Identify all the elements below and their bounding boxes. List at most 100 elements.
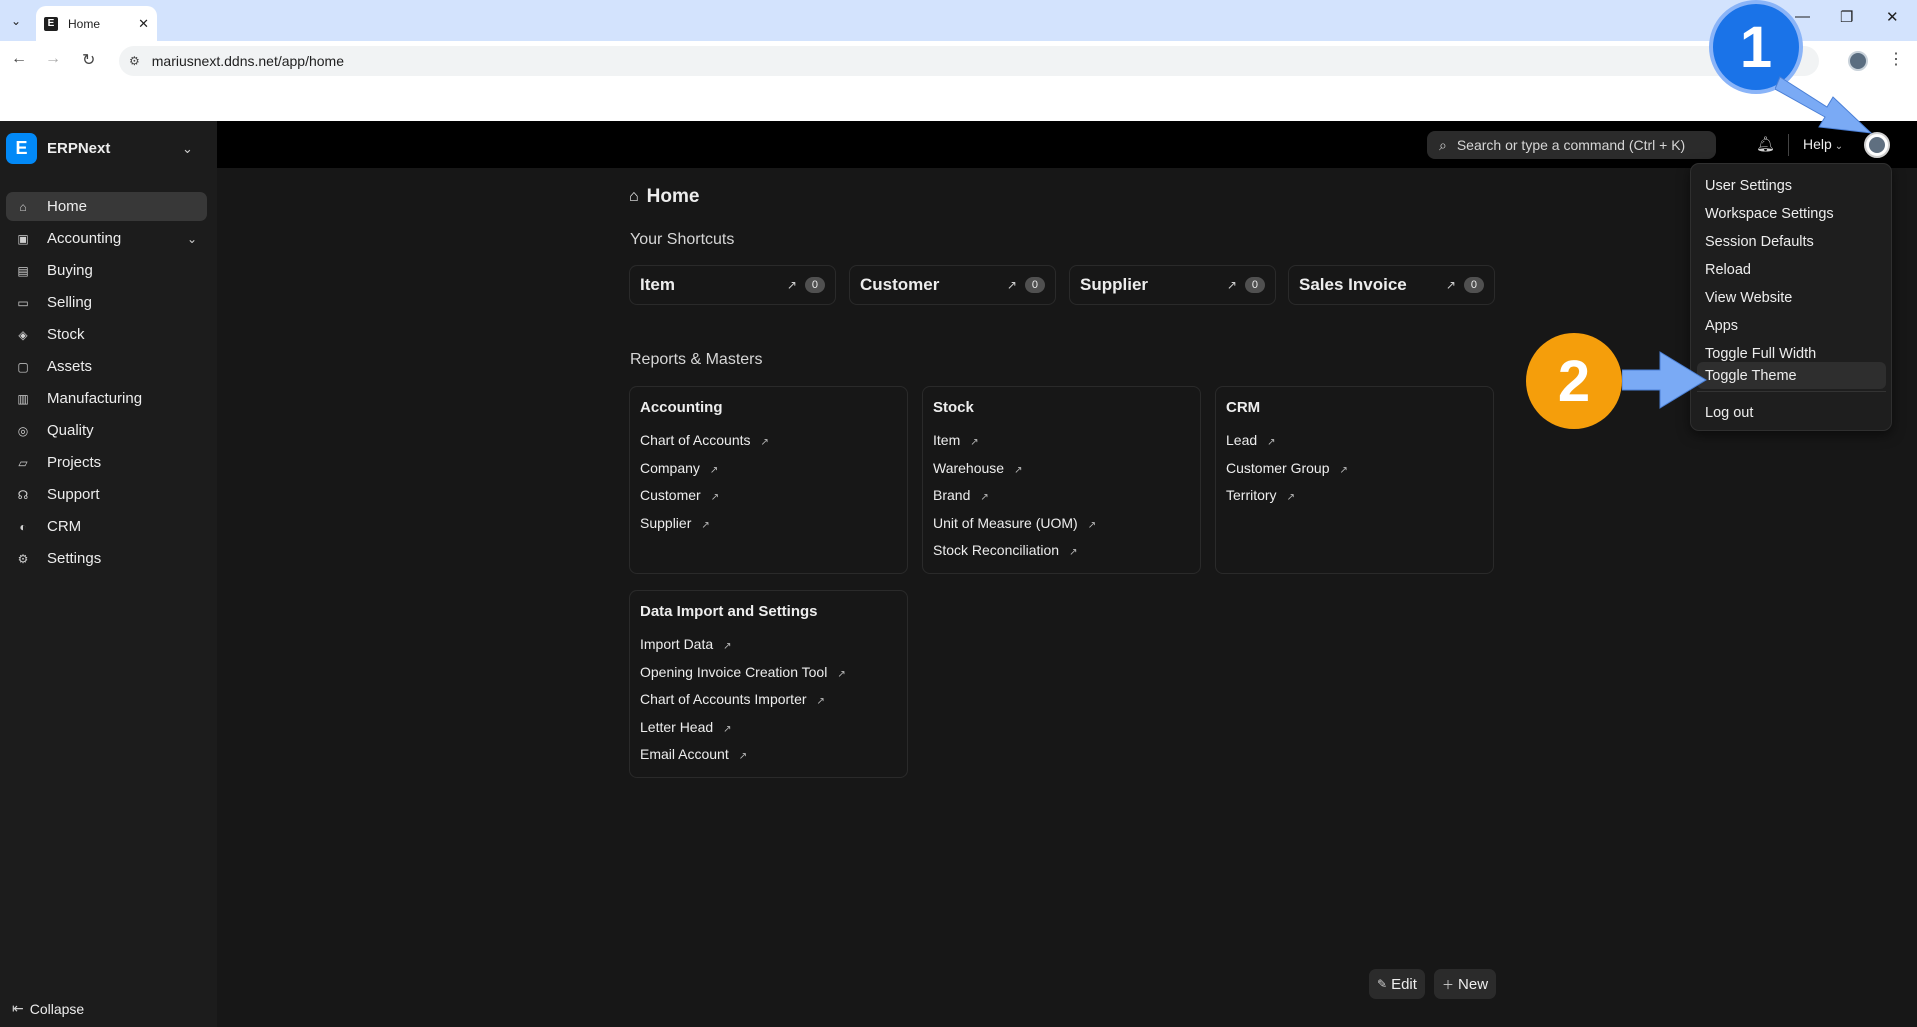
sidebar-item-selling[interactable]: ▭ Selling: [6, 288, 207, 317]
settings-icon: ⚙: [17, 551, 29, 566]
shortcut-item[interactable]: Item ↗ 0: [629, 265, 836, 305]
quality-icon: ◎: [17, 423, 29, 438]
card-title: Data Import and Settings: [640, 603, 818, 620]
card-link[interactable]: Customer ↗: [640, 487, 719, 503]
window-close-icon[interactable]: ✕: [1886, 8, 1899, 26]
link-label: Territory: [1226, 487, 1277, 503]
collapse-label: Collapse: [29, 1000, 85, 1017]
new-button[interactable]: ＋ New: [1434, 969, 1497, 999]
shortcut-count-badge: 0: [1463, 277, 1484, 293]
address-bar[interactable]: ⚙ mariusnext.ddns.net/app/home: [119, 46, 1819, 76]
selling-icon: ▭: [17, 295, 29, 310]
browser-tab-bar: ⌄ E Home ✕ — ❐ ✕: [0, 0, 1917, 41]
new-label: New: [1458, 975, 1489, 993]
shortcut-supplier[interactable]: Supplier ↗ 0: [1069, 265, 1276, 305]
workspace-switcher[interactable]: E ERPNext: [6, 133, 110, 164]
brand-name: ERPNext: [47, 140, 111, 157]
browser-menu-icon[interactable]: ⋮: [1888, 49, 1904, 69]
chevron-down-icon[interactable]: ⌄: [187, 232, 197, 246]
notification-bell-icon[interactable]: 🔔︎: [1756, 135, 1775, 153]
sidebar-item-stock[interactable]: ◈ Stock: [6, 320, 207, 349]
card-link[interactable]: Letter Head ↗: [640, 719, 732, 735]
home-icon: ⌂: [629, 188, 639, 205]
card-link[interactable]: Warehouse ↗: [933, 460, 1022, 476]
menu-item-view-website[interactable]: View Website: [1697, 284, 1886, 311]
back-icon[interactable]: ←: [11, 50, 27, 68]
card-link[interactable]: Customer Group ↗: [1226, 460, 1348, 476]
arrow-up-right-icon: ↗: [723, 641, 732, 652]
card-link[interactable]: Email Account ↗: [640, 746, 747, 762]
card-link[interactable]: Territory ↗: [1226, 487, 1295, 503]
reload-icon[interactable]: ↻: [82, 50, 95, 70]
minimize-icon[interactable]: —: [1795, 8, 1810, 25]
sidebar-item-home[interactable]: ⌂ Home: [6, 192, 207, 221]
collapse-button[interactable]: ⇤ Collapse: [12, 1000, 84, 1017]
sidebar-item-label: Quality: [47, 422, 94, 439]
sidebar-item-accounting[interactable]: ▣ Accounting ⌄: [6, 224, 207, 253]
chevron-down-icon[interactable]: ⌄: [182, 141, 193, 157]
card-link[interactable]: Stock Reconciliation ↗: [933, 542, 1077, 558]
card-link[interactable]: Unit of Measure (UOM) ↗: [933, 515, 1096, 531]
card-link[interactable]: Item ↗: [933, 432, 979, 448]
arrow-up-right-icon: ↗: [1014, 465, 1023, 476]
link-label: Letter Head: [640, 719, 714, 735]
card-link[interactable]: Lead ↗: [1226, 432, 1276, 448]
card-link[interactable]: Opening Invoice Creation Tool ↗: [640, 664, 846, 680]
sidebar-item-quality[interactable]: ◎ Quality: [6, 416, 207, 445]
menu-item-workspace-settings[interactable]: Workspace Settings: [1697, 200, 1886, 227]
search-input[interactable]: [1456, 137, 1702, 153]
arrow-up-right-icon: ↗: [816, 696, 825, 707]
sidebar-item-crm[interactable]: ◐ CRM: [6, 512, 207, 541]
sidebar-item-label: Home: [47, 198, 88, 215]
menu-item-user-settings[interactable]: User Settings: [1697, 172, 1886, 199]
arrow-up-right-icon: ↗: [980, 492, 989, 503]
browser-tab-home[interactable]: E Home ✕: [36, 6, 157, 41]
sidebar-item-projects[interactable]: ▱ Projects: [6, 448, 207, 477]
sidebar-item-manufacturing[interactable]: ▥ Manufacturing: [6, 384, 207, 413]
awesomebar[interactable]: ⌕: [1427, 131, 1716, 159]
tab-close-icon[interactable]: ✕: [138, 16, 149, 32]
search-icon: ⌕: [1439, 136, 1447, 153]
shortcut-customer[interactable]: Customer ↗ 0: [849, 265, 1056, 305]
sidebar-item-support[interactable]: ☊ Support: [6, 480, 207, 509]
menu-item-reload[interactable]: Reload: [1697, 256, 1886, 283]
menu-item-session-defaults[interactable]: Session Defaults: [1697, 228, 1886, 255]
card-title: CRM: [1226, 399, 1261, 416]
card-link[interactable]: Brand ↗: [933, 487, 989, 503]
sidebar-item-buying[interactable]: ▤ Buying: [6, 256, 207, 285]
buying-icon: ▤: [17, 263, 29, 278]
link-label: Brand: [933, 487, 971, 503]
card-stock: Stock Item ↗ Warehouse ↗ Brand ↗ Unit of Me…: [922, 386, 1201, 574]
plus-icon: ＋: [1442, 977, 1455, 992]
forward-icon[interactable]: →: [45, 50, 61, 68]
card-link[interactable]: Chart of Accounts Importer ↗: [640, 691, 825, 707]
crm-icon: ◐: [19, 519, 27, 534]
card-link[interactable]: Company ↗: [640, 460, 718, 476]
sidebar-item-settings[interactable]: ⚙ Settings: [6, 544, 207, 573]
collapse-icon: ⇤: [12, 1000, 24, 1016]
edit-button[interactable]: ✎ Edit: [1369, 969, 1425, 999]
menu-item-toggle-theme[interactable]: Toggle Theme: [1697, 362, 1886, 389]
link-label: Customer Group: [1226, 460, 1330, 476]
card-link[interactable]: Supplier ↗: [640, 515, 710, 531]
link-label: Lead: [1226, 432, 1258, 448]
arrow-up-right-icon: ↗: [1226, 278, 1237, 292]
shortcut-count-badge: 0: [804, 277, 825, 293]
support-icon: ☊: [17, 487, 29, 502]
restore-icon[interactable]: ❐: [1840, 8, 1853, 26]
card-link[interactable]: Import Data ↗: [640, 636, 732, 652]
link-label: Email Account: [640, 746, 729, 762]
menu-item-apps[interactable]: Apps: [1697, 312, 1886, 339]
sidebar-item-assets[interactable]: ▢ Assets: [6, 352, 207, 381]
menu-item-log-out[interactable]: Log out: [1697, 399, 1886, 426]
link-label: Supplier: [640, 515, 692, 531]
site-info-icon[interactable]: ⚙: [129, 54, 140, 68]
tab-search-chevron-icon[interactable]: ⌄: [4, 9, 28, 33]
page-title: ⌂ Home: [629, 186, 699, 208]
card-data-import: Data Import and Settings Import Data ↗ Op…: [629, 590, 908, 778]
link-label: Warehouse: [933, 460, 1005, 476]
arrow-up-right-icon: ↗: [701, 520, 710, 531]
arrow-up-right-icon: ↗: [1445, 278, 1456, 292]
card-link[interactable]: Chart of Accounts ↗: [640, 432, 769, 448]
shortcut-sales-invoice[interactable]: Sales Invoice ↗ 0: [1288, 265, 1495, 305]
